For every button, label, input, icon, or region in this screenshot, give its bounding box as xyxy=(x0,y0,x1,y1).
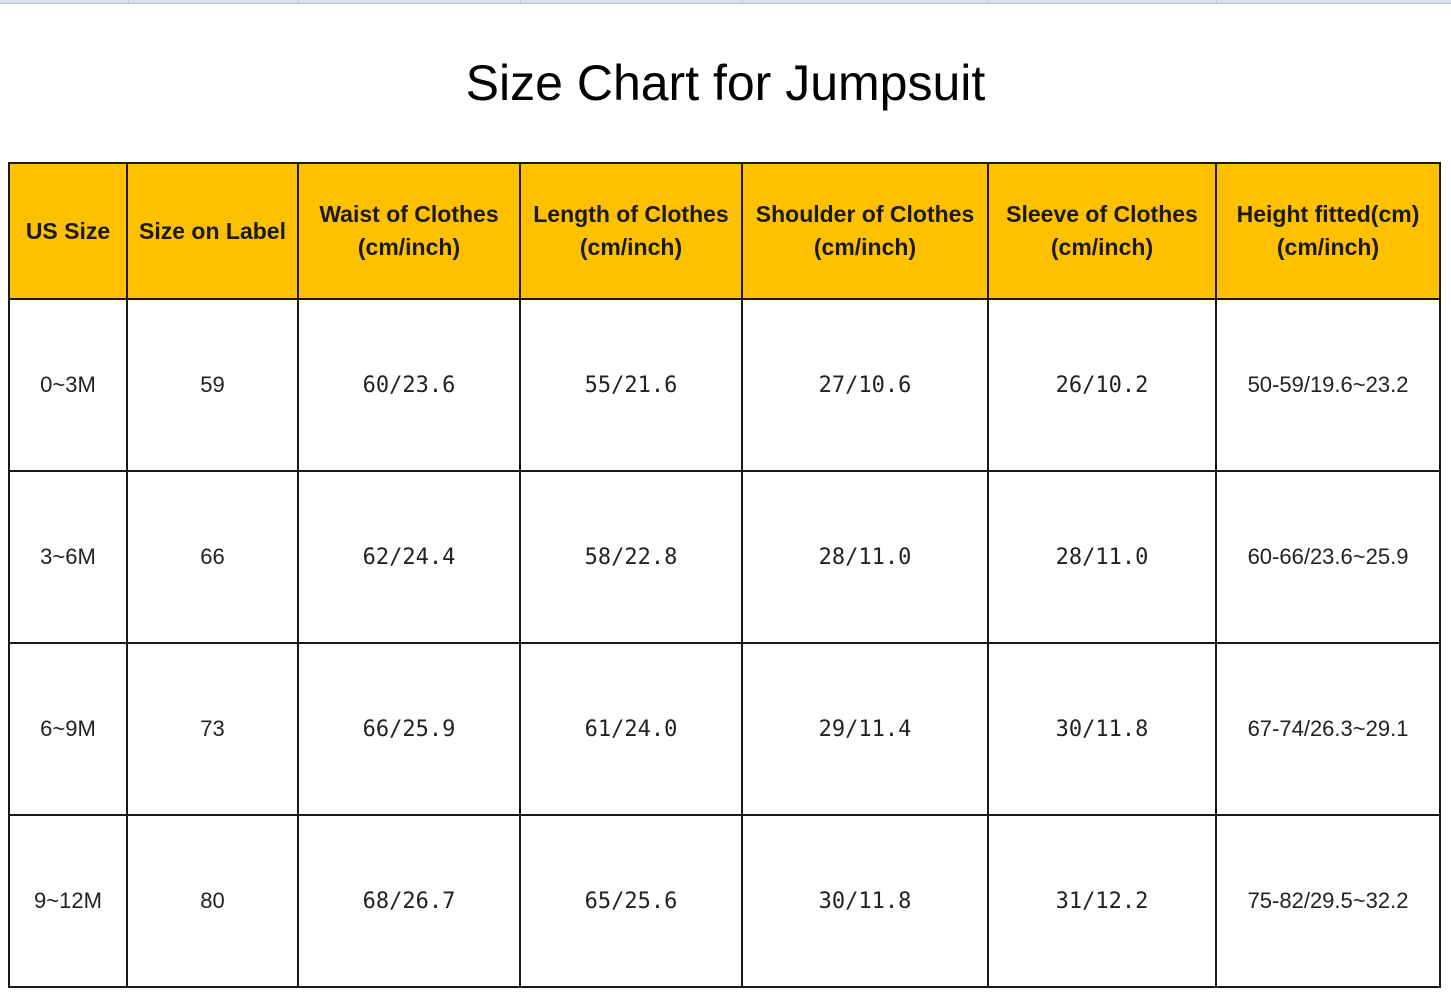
table-row: 3~6M 66 62/24.4 58/22.8 28/11.0 28/11.0 … xyxy=(8,470,1441,644)
cell-sleeve: 31/12.2 xyxy=(987,814,1217,988)
header-length: Length of Clothes (cm/inch) xyxy=(519,162,743,300)
cell-sleeve: 26/10.2 xyxy=(987,298,1217,472)
cell-shoulder: 27/10.6 xyxy=(741,298,989,472)
table-row: 9~12M 80 68/26.7 65/25.6 30/11.8 31/12.2… xyxy=(8,814,1441,988)
cell-height-fitted: 50-59/19.6~23.2 xyxy=(1215,298,1441,472)
size-table: US Size Size on Label Waist of Clothes (… xyxy=(8,162,1441,988)
header-label: US Size xyxy=(25,217,111,244)
table-row: 0~3M 59 60/23.6 55/21.6 27/10.6 26/10.2 … xyxy=(8,298,1441,472)
cell-height-fitted: 67-74/26.3~29.1 xyxy=(1215,642,1441,816)
cell-shoulder: 28/11.0 xyxy=(741,470,989,644)
cell-height-fitted: 60-66/23.6~25.9 xyxy=(1215,470,1441,644)
chart-title: Size Chart for Jumpsuit xyxy=(465,55,986,111)
table-header-row: US Size Size on Label Waist of Clothes (… xyxy=(8,162,1441,300)
cell-shoulder: 30/11.8 xyxy=(741,814,989,988)
cell-waist: 60/23.6 xyxy=(297,298,521,472)
cell-size-on-label: 59 xyxy=(126,298,299,472)
cell-size-on-label: 73 xyxy=(126,642,299,816)
cell-size-on-label: 66 xyxy=(126,470,299,644)
header-label: Length of Clothes xyxy=(533,201,729,227)
header-unit: (cm/inch) xyxy=(1276,234,1380,260)
top-window-strip xyxy=(0,0,1451,4)
header-unit: (cm/inch) xyxy=(1050,234,1154,260)
header-height-fitted: Height fitted(cm) (cm/inch) xyxy=(1215,162,1441,300)
cell-us-size: 9~12M xyxy=(8,814,128,988)
header-label: Size on Label xyxy=(139,217,286,244)
cell-shoulder: 29/11.4 xyxy=(741,642,989,816)
header-size-on-label: Size on Label xyxy=(126,162,299,300)
header-waist: Waist of Clothes (cm/inch) xyxy=(297,162,521,300)
cell-us-size: 3~6M xyxy=(8,470,128,644)
cell-sleeve: 28/11.0 xyxy=(987,470,1217,644)
cell-sleeve: 30/11.8 xyxy=(987,642,1217,816)
cell-length: 55/21.6 xyxy=(519,298,743,472)
header-sleeve: Sleeve of Clothes (cm/inch) xyxy=(987,162,1217,300)
size-chart-page: Size Chart for Jumpsuit US Size Size on … xyxy=(0,0,1451,994)
header-label: Waist of Clothes xyxy=(319,201,499,227)
header-us-size: US Size xyxy=(8,162,128,300)
header-unit: (cm/inch) xyxy=(579,234,683,260)
cell-waist: 66/25.9 xyxy=(297,642,521,816)
header-label: Shoulder of Clothes xyxy=(755,201,975,227)
cell-length: 65/25.6 xyxy=(519,814,743,988)
header-unit: (cm/inch) xyxy=(357,234,461,260)
cell-waist: 68/26.7 xyxy=(297,814,521,988)
header-label: Height fitted(cm) xyxy=(1236,201,1420,227)
header-shoulder: Shoulder of Clothes (cm/inch) xyxy=(741,162,989,300)
cell-height-fitted: 75-82/29.5~32.2 xyxy=(1215,814,1441,988)
cell-size-on-label: 80 xyxy=(126,814,299,988)
header-unit: (cm/inch) xyxy=(813,234,917,260)
table-row: 6~9M 73 66/25.9 61/24.0 29/11.4 30/11.8 … xyxy=(8,642,1441,816)
cell-us-size: 6~9M xyxy=(8,642,128,816)
cell-waist: 62/24.4 xyxy=(297,470,521,644)
cell-length: 58/22.8 xyxy=(519,470,743,644)
header-label: Sleeve of Clothes xyxy=(1006,201,1198,227)
cell-length: 61/24.0 xyxy=(519,642,743,816)
cell-us-size: 0~3M xyxy=(8,298,128,472)
